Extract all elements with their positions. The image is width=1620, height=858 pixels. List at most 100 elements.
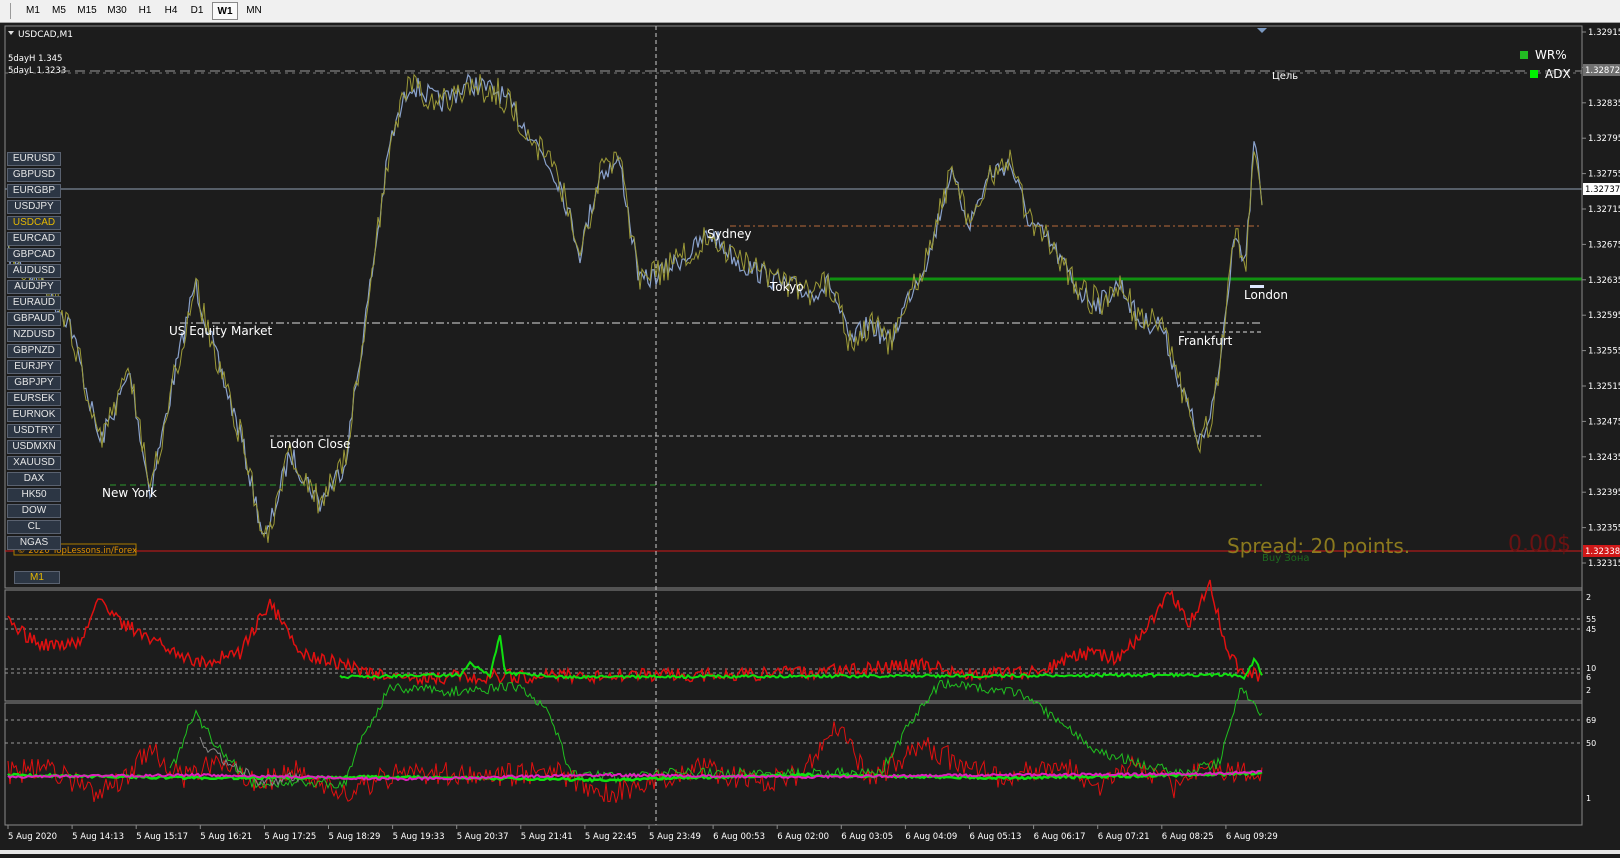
time-axis-label: 6 Aug 08:25: [1162, 832, 1214, 842]
time-axis-label: 6 Aug 05:13: [970, 832, 1022, 842]
target-label: Цель: [1272, 71, 1298, 82]
price-axis-label: 1.32555: [1588, 347, 1620, 357]
time-axis-label: 6 Aug 07:21: [1098, 832, 1150, 842]
session-label-frankfurt: Frankfurt: [1178, 334, 1233, 348]
session-label-london: London: [1244, 288, 1288, 302]
price-axis-label: 1.32355: [1588, 524, 1620, 534]
symbol-button-dax[interactable]: DAX: [7, 472, 61, 486]
adx-axis-label: 69: [1586, 716, 1596, 725]
price-axis-label: 1.32635: [1588, 276, 1620, 286]
time-axis[interactable]: 5 Aug 2020 5 Aug 14:13 5 Aug 15:17 5 Aug 16…: [7, 825, 1278, 842]
five-day-low-label: 5dayL 1.3233: [8, 66, 66, 76]
symbol-button-cl[interactable]: CL: [7, 520, 61, 534]
symbol-button-xauusd[interactable]: XAUUSD: [7, 456, 61, 470]
session-label-us-equity-market: US Equity Market: [169, 324, 273, 338]
symbol-button-usdjpy[interactable]: USDJPY: [7, 200, 61, 214]
symbol-button-usdmxn[interactable]: USDMXN: [7, 440, 61, 454]
symbol-button-ngas[interactable]: NGAS: [7, 536, 61, 550]
time-axis-label: 6 Aug 04:09: [905, 832, 957, 842]
symbol-list: EURUSD GBPUSD EURGBP USDJPY USDCAD EURCA…: [7, 152, 61, 552]
price-marker-bottom: 1.32338: [1585, 547, 1620, 557]
time-axis-label: 5 Aug 21:41: [521, 832, 573, 842]
symbol-button-usdtry[interactable]: USDTRY: [7, 424, 61, 438]
price-axis[interactable]: 1.329151.328751.328351.327951.327551.327…: [1582, 28, 1620, 569]
timeframe-m15-button[interactable]: M15: [74, 2, 100, 20]
time-axis-label: 5 Aug 15:17: [136, 832, 188, 842]
price-marker-current: 1.32737: [1585, 185, 1620, 195]
wr-legend-label: WR%: [1535, 48, 1567, 62]
symbol-button-audjpy[interactable]: AUDJPY: [7, 280, 61, 294]
time-axis-label: 5 Aug 2020: [8, 832, 57, 842]
time-axis-label: 6 Aug 06:17: [1034, 832, 1086, 842]
status-bar: [0, 850, 1620, 854]
symbol-button-eurcad[interactable]: EURCAD: [7, 232, 61, 246]
chart-title: USDCAD,M1: [18, 30, 73, 40]
spread-label: Spread: 20 points.: [1227, 534, 1410, 558]
adx-axis-label: 50: [1586, 739, 1596, 748]
main-price-panel: [4, 25, 1583, 589]
time-axis-label: 5 Aug 23:49: [649, 832, 701, 842]
time-axis-label: 5 Aug 22:45: [585, 832, 637, 842]
session-label-london-close: London Close: [270, 437, 351, 451]
chart-window[interactable]: USDCAD,M1 5dayH 1.345 5dayL 1.3233 Sydne…: [0, 23, 1620, 854]
symbol-button-gbpnzd[interactable]: GBPNZD: [7, 344, 61, 358]
symbol-button-eurgbp[interactable]: EURGBP: [7, 184, 61, 198]
timeframe-badge[interactable]: M1: [14, 571, 60, 584]
price-axis-label: 1.32315: [1588, 559, 1620, 569]
adx-legend-label: ADX: [1545, 67, 1571, 81]
timeframe-w1-button[interactable]: W1: [212, 2, 238, 20]
price-axis-label: 1.32595: [1588, 311, 1620, 321]
symbol-button-euraud[interactable]: EURAUD: [7, 296, 61, 310]
wr-axis-label: 55: [1586, 615, 1596, 624]
timeframe-h4-button[interactable]: H4: [160, 2, 182, 20]
timeframe-mn-button[interactable]: MN: [242, 2, 266, 20]
buy-zone-label: Buy Зона: [1262, 553, 1310, 564]
time-axis-label: 5 Aug 14:13: [72, 832, 124, 842]
timeframe-h1-button[interactable]: H1: [134, 2, 156, 20]
time-axis-label: 5 Aug 20:37: [457, 832, 509, 842]
timeframe-toolbar: M1 M5 M15 M30 H1 H4 D1 W1 MN: [0, 0, 1620, 23]
wr-axis-label: 45: [1586, 625, 1596, 634]
symbol-button-dow[interactable]: DOW: [7, 504, 61, 518]
price-axis-label: 1.32715: [1588, 205, 1620, 215]
toolbar-separator: [10, 3, 11, 19]
five-day-high-label: 5dayH 1.345: [8, 54, 62, 64]
wr-axis-label: 10: [1586, 664, 1596, 673]
time-axis-label: 5 Aug 18:29: [329, 832, 381, 842]
price-axis-label: 1.32675: [1588, 240, 1620, 250]
wr-axis-label: 2: [1586, 593, 1591, 602]
symbol-button-nzdusd[interactable]: NZDUSD: [7, 328, 61, 342]
symbol-button-eurusd[interactable]: EURUSD: [7, 152, 61, 166]
symbol-button-gbpjpy[interactable]: GBPJPY: [7, 376, 61, 390]
price-marker-top: 1.32872: [1585, 66, 1620, 76]
symbol-button-gbpcad[interactable]: GBPCAD: [7, 248, 61, 262]
time-axis-label: 5 Aug 16:21: [200, 832, 252, 842]
symbol-button-hk50[interactable]: HK50: [7, 488, 61, 502]
time-axis-label: 6 Aug 02:00: [777, 832, 829, 842]
wr-axis-label: 6: [1586, 673, 1591, 682]
time-axis-label: 5 Aug 17:25: [264, 832, 316, 842]
profit-label: 0.00$: [1508, 532, 1571, 557]
timeframe-m5-button[interactable]: M5: [48, 2, 70, 20]
symbol-button-gbpaud[interactable]: GBPAUD: [7, 312, 61, 326]
symbol-button-gbpusd[interactable]: GBPUSD: [7, 168, 61, 182]
session-label-tokyo: Tokyo: [769, 280, 804, 294]
wr-legend-swatch: [1520, 51, 1528, 59]
symbol-button-eursek[interactable]: EURSEK: [7, 392, 61, 406]
timeframe-m30-button[interactable]: M30: [104, 2, 130, 20]
chart-canvas[interactable]: USDCAD,M1 5dayH 1.345 5dayL 1.3233 Sydne…: [0, 23, 1620, 854]
time-axis-label: 5 Aug 19:33: [393, 832, 445, 842]
session-label-new-york: New York: [102, 486, 157, 500]
timeframe-d1-button[interactable]: D1: [186, 2, 208, 20]
time-axis-label: 6 Aug 00:53: [713, 832, 765, 842]
symbol-button-usdcad[interactable]: USDCAD: [7, 216, 61, 230]
price-axis-label: 1.32795: [1588, 134, 1620, 144]
symbol-button-eurjpy[interactable]: EURJPY: [7, 360, 61, 374]
wr-indicator-panel: [4, 589, 1583, 702]
session-label-sydney: Sydney: [707, 227, 751, 241]
adx-axis-label: 2: [1586, 686, 1591, 695]
timeframe-m1-button[interactable]: M1: [22, 2, 44, 20]
time-axis-label: 6 Aug 03:05: [841, 832, 893, 842]
symbol-button-eurnok[interactable]: EURNOK: [7, 408, 61, 422]
symbol-button-audusd[interactable]: AUDUSD: [7, 264, 61, 278]
